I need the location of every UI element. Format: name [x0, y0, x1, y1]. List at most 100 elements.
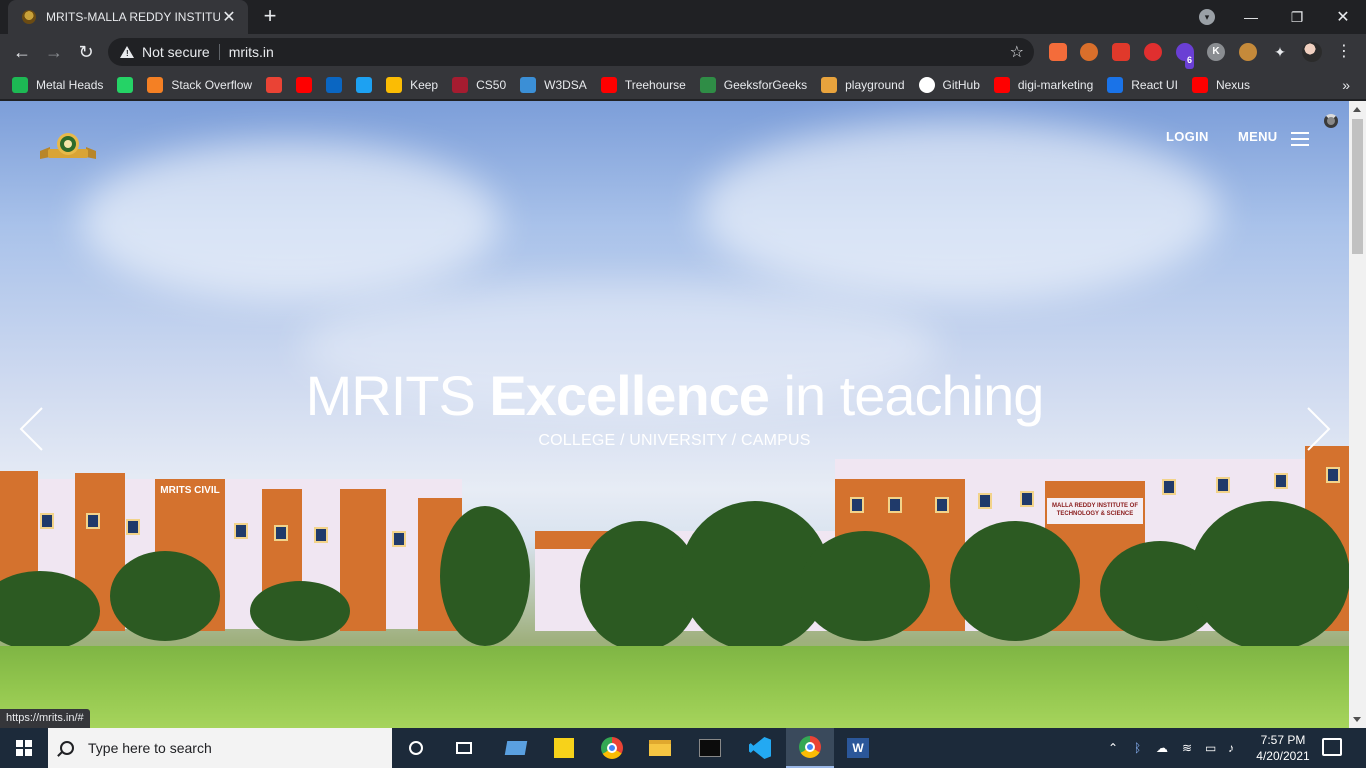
site-favicon-icon	[22, 10, 36, 24]
cloud	[700, 121, 1220, 301]
hero-headline: MRITS Excellence in teaching	[0, 363, 1349, 428]
login-link[interactable]: LOGIN	[1166, 129, 1209, 144]
tab-search-icon[interactable]: ▾	[1199, 9, 1215, 25]
window	[978, 493, 992, 509]
url-text[interactable]: mrits.in	[229, 44, 274, 60]
battery-icon[interactable]: ▭	[1205, 728, 1216, 768]
bookmark-item[interactable]: Treehourse	[600, 76, 686, 93]
clock[interactable]: 7:57 PM 4/20/2021	[1248, 732, 1318, 764]
tray-chevron-icon[interactable]: ⌃	[1108, 728, 1118, 768]
bookmark-item[interactable]: GitHub	[918, 76, 980, 93]
profile-k-icon[interactable]: K	[1207, 43, 1225, 61]
tab-title: MRITS-MALLA REDDY INSTITUTE	[46, 10, 220, 24]
headline-part1: MRITS	[305, 364, 490, 427]
whatsapp-icon	[117, 76, 134, 93]
cookie-icon[interactable]	[1239, 43, 1257, 61]
extension-icon[interactable]	[1112, 43, 1130, 61]
scrollbar-thumb[interactable]	[1352, 119, 1363, 254]
tab-strip: MRITS-MALLA REDDY INSTITUTE ✕ + ▾ — ❐ ✕	[0, 0, 1366, 34]
avatar[interactable]	[1302, 42, 1322, 62]
volume-icon[interactable]: ♪	[1228, 728, 1234, 768]
maximize-button[interactable]: ❐	[1274, 0, 1320, 34]
reload-icon[interactable]: ↻	[72, 38, 100, 66]
new-tab-button[interactable]: +	[258, 4, 282, 28]
puzzle-extensions-icon[interactable]: ✦	[1271, 43, 1289, 61]
browser-toolbar: ← → ↻ ! Not secure mrits.in ☆ 6 K ✦ ⋮	[0, 34, 1366, 70]
bookmark-item[interactable]	[117, 76, 134, 93]
vscode-icon[interactable]	[736, 728, 784, 768]
bookmark-label: Stack Overflow	[171, 77, 253, 92]
tree	[1190, 501, 1349, 651]
mrits-logo[interactable]	[36, 131, 100, 163]
hamburger-menu-icon[interactable]	[1291, 132, 1309, 146]
bookmark-item[interactable]: React UI	[1107, 76, 1178, 93]
bookmark-item[interactable]: digi-marketing	[993, 76, 1093, 93]
menu-link[interactable]: MENU	[1238, 129, 1277, 144]
youtube-icon	[993, 76, 1010, 93]
bookmark-item[interactable]: CS50	[452, 76, 506, 93]
playground-icon	[821, 76, 838, 93]
extension-icon[interactable]	[1049, 43, 1067, 61]
tab-close-icon[interactable]: ✕	[220, 7, 238, 27]
notifications-icon[interactable]	[1322, 738, 1342, 756]
headline-part2: in teaching	[768, 364, 1044, 427]
bookmark-item[interactable]: Stack Overflow	[147, 76, 253, 93]
bookmark-item[interactable]	[326, 76, 343, 93]
browser-tab[interactable]: MRITS-MALLA REDDY INSTITUTE ✕	[8, 0, 248, 34]
back-arrow-icon[interactable]: ←	[8, 38, 36, 66]
window	[40, 513, 54, 529]
youtube-icon	[296, 76, 313, 93]
minimize-button[interactable]: —	[1228, 0, 1274, 34]
onedrive-icon[interactable]: ☁	[1156, 728, 1168, 768]
twitter-icon	[356, 76, 373, 93]
adblock-icon[interactable]	[1144, 43, 1162, 61]
bookmarks-bar: Metal Heads Stack Overflow Keep CS50 W3DSA Tr…	[0, 70, 1366, 100]
bookmark-star-icon[interactable]: ☆	[1010, 42, 1024, 62]
chrome-icon[interactable]	[588, 728, 636, 768]
chrome-active-icon[interactable]	[786, 728, 834, 768]
extension-icon[interactable]: 6	[1176, 43, 1195, 69]
bookmark-item[interactable]	[296, 76, 313, 93]
bluetooth-icon[interactable]: ᛒ	[1134, 728, 1141, 768]
slider-prev-chevron-icon[interactable]	[18, 406, 44, 452]
bookmark-item[interactable]: Metal Heads	[12, 76, 103, 93]
sticky-notes-icon[interactable]	[540, 728, 588, 768]
cortana-icon[interactable]	[392, 728, 440, 768]
building-sign: MRITS CIVIL	[160, 485, 220, 496]
terminal-icon[interactable]	[686, 728, 734, 768]
bookmark-label: GitHub	[942, 77, 980, 92]
bookmark-item[interactable]	[356, 76, 373, 93]
security-label[interactable]: Not secure	[142, 44, 210, 60]
task-view-icon[interactable]	[440, 728, 488, 768]
wifi-icon[interactable]: ≋	[1182, 728, 1192, 768]
word-icon[interactable]: W	[834, 728, 882, 768]
forward-arrow-icon[interactable]: →	[40, 38, 68, 66]
scroll-down-icon[interactable]	[1353, 717, 1361, 722]
close-window-button[interactable]: ✕	[1320, 0, 1366, 34]
window	[1326, 467, 1340, 483]
bookmark-label: playground	[845, 77, 905, 92]
slider-next-chevron-icon[interactable]	[1306, 406, 1332, 452]
headline-bold: Excellence	[489, 364, 770, 427]
page-scrollbar[interactable]	[1349, 101, 1366, 728]
warning-icon: !	[120, 46, 134, 58]
bookmark-item[interactable]	[266, 76, 283, 93]
file-explorer-icon[interactable]	[636, 728, 684, 768]
youtube-icon	[1191, 76, 1208, 93]
tree	[440, 506, 530, 646]
taskbar-search-input[interactable]: Type here to search	[48, 728, 392, 768]
bookmarks-overflow-icon[interactable]: »	[1342, 77, 1350, 93]
loading-spinner-icon	[1324, 114, 1338, 128]
scroll-up-icon[interactable]	[1353, 107, 1361, 112]
bookmark-item[interactable]: Keep	[386, 76, 438, 93]
window	[274, 525, 288, 541]
address-bar[interactable]: ! Not secure mrits.in ☆	[108, 38, 1034, 66]
bookmark-item[interactable]: playground	[821, 76, 905, 93]
laptop-app-icon[interactable]	[492, 728, 540, 768]
extension-icon[interactable]	[1080, 43, 1098, 61]
bookmark-item[interactable]: W3DSA	[520, 76, 587, 93]
start-button[interactable]	[0, 728, 48, 768]
menu-kebab-icon[interactable]: ⋮	[1334, 42, 1354, 62]
bookmark-item[interactable]: GeeksforGeeks	[699, 76, 807, 93]
bookmark-item[interactable]: Nexus	[1191, 76, 1250, 93]
